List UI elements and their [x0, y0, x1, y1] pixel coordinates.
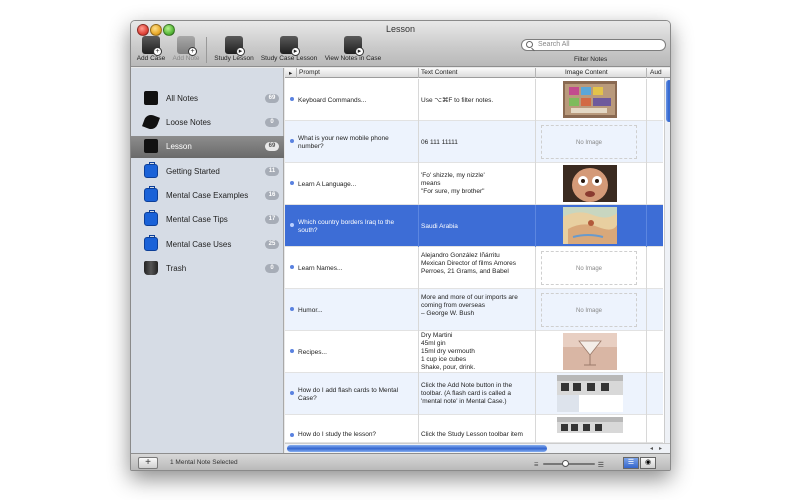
count-badge: 25 [265, 240, 279, 249]
table-row[interactable]: How do I add flash cards to Mental Case?… [285, 373, 663, 415]
column-header-audio[interactable]: Aud [650, 69, 662, 76]
note-dot-icon [290, 307, 294, 311]
small-rows-icon: ☰ [534, 462, 539, 468]
note-dot-icon [290, 433, 294, 437]
sidebar-item-lesson[interactable]: Lesson 69 [131, 136, 284, 158]
study-lesson-button[interactable]: ▸ Study Lesson [212, 36, 256, 64]
add-menu-button[interactable]: + [138, 457, 158, 469]
table-row[interactable]: Learn Names... Alejandro González Iñárri… [285, 247, 663, 289]
view-notes-icon: ▸ [344, 36, 364, 56]
count-badge: 0 [265, 264, 279, 273]
view-notes-in-case-button[interactable]: ▸ View Notes in Case [322, 36, 384, 64]
scroll-right-arrow-icon[interactable]: ▸ [659, 445, 662, 452]
briefcase-icon [144, 210, 158, 226]
no-image-placeholder: No Image [541, 125, 637, 159]
map-image [563, 207, 617, 244]
count-badge: 69 [265, 142, 279, 151]
count-badge: 69 [265, 94, 279, 103]
card-view-button[interactable]: ◉ [640, 457, 656, 469]
selection-status: 1 Mental Note Selected [170, 459, 238, 466]
study-case-lesson-icon: ▸ [280, 36, 300, 56]
table-row-selected[interactable]: Which country borders Iraq to the south?… [285, 205, 663, 247]
note-dot-icon [290, 265, 294, 269]
sidebar-item-all-notes[interactable]: All Notes 69 [131, 88, 284, 110]
face-image [563, 165, 617, 202]
zoom-slider[interactable]: ☰ ☰ [534, 460, 604, 469]
sidebar-item-mental-case-examples[interactable]: Mental Case Examples 16 [131, 185, 284, 207]
sidebar-item-mental-case-tips[interactable]: Mental Case Tips 17 [131, 209, 284, 231]
add-note-button[interactable]: + Add Note [169, 36, 203, 64]
feather-icon [142, 113, 160, 131]
toolbar-separator [206, 37, 207, 63]
table-row[interactable]: What is your new mobile phone number? 06… [285, 121, 663, 163]
add-note-icon: + [177, 36, 197, 56]
table-row[interactable]: Humor... More and more of our imports ar… [285, 289, 663, 331]
scroll-left-arrow-icon[interactable]: ◂ [650, 445, 653, 452]
count-badge: 11 [265, 167, 279, 176]
titlebar: Lesson + Add Case + Add Note ▸ Study Les… [131, 21, 670, 67]
count-badge: 0 [265, 118, 279, 127]
briefcase-icon [144, 235, 158, 251]
search-field[interactable]: Search All [521, 39, 666, 51]
trash-icon [144, 261, 158, 275]
no-image-placeholder: No Image [541, 251, 637, 285]
sidebar-item-mental-case-uses[interactable]: Mental Case Uses 25 [131, 234, 284, 256]
note-dot-icon [290, 139, 294, 143]
horizontal-scrollbar[interactable]: ◂ ▸ [285, 443, 670, 453]
note-dot-icon [290, 223, 294, 227]
all-notes-icon [144, 91, 158, 105]
screenshot-thumbnail-image [557, 375, 623, 412]
filter-notes-label: Filter Notes [574, 56, 608, 63]
column-header-prompt[interactable]: Prompt [299, 69, 320, 76]
vertical-scrollbar[interactable] [664, 78, 670, 443]
add-case-button[interactable]: + Add Case [135, 36, 167, 64]
note-dot-icon [290, 349, 294, 353]
no-image-placeholder: No Image [541, 293, 637, 327]
table-header: ▸ Prompt Text Content Image Content Aud [285, 68, 670, 78]
zoom-slider-knob[interactable] [562, 460, 569, 467]
search-icon [526, 41, 533, 48]
note-dot-icon [290, 391, 294, 395]
vertical-scroll-thumb[interactable] [666, 80, 670, 122]
large-rows-icon: ☰ [597, 462, 604, 469]
notes-table: ▸ Prompt Text Content Image Content Aud … [285, 68, 670, 453]
table-row[interactable]: Recipes... Dry Martini 45ml gin 15ml dry… [285, 331, 663, 373]
lesson-icon [144, 139, 158, 153]
horizontal-scroll-thumb[interactable] [287, 445, 547, 452]
status-bar: + 1 Mental Note Selected ☰ ☰ ☰ ◉ [131, 453, 670, 470]
note-dot-icon [290, 97, 294, 101]
briefcase-icon [144, 186, 158, 202]
window-title: Lesson [385, 24, 416, 34]
study-lesson-icon: ▸ [225, 36, 245, 56]
table-row[interactable]: Keyboard Commands... Use ⌥⌘F to filter n… [285, 79, 663, 121]
list-view-button[interactable]: ☰ [623, 457, 639, 469]
column-header-text[interactable]: Text Content [421, 69, 458, 76]
count-badge: 17 [265, 215, 279, 224]
sidebar-item-trash[interactable]: Trash 0 [131, 258, 284, 280]
martini-image [563, 333, 617, 370]
column-header-image[interactable]: Image Content [565, 69, 608, 76]
screenshot-thumbnail-image [557, 417, 623, 441]
note-dot-icon [290, 181, 294, 185]
expand-triangle-icon[interactable]: ▸ [289, 69, 292, 77]
add-case-icon: + [142, 36, 162, 56]
table-row[interactable]: How do I study the lesson? Click the Stu… [285, 415, 663, 443]
sidebar: All Notes 69 Loose Notes 0 Lesson 69 Get… [131, 68, 284, 453]
sidebar-item-getting-started[interactable]: Getting Started 11 [131, 161, 284, 183]
keyboard-image [563, 81, 617, 118]
table-row[interactable]: Learn A Language... 'Fo' shizzle, my niz… [285, 163, 663, 205]
study-case-lesson-button[interactable]: ▸ Study Case Lesson [259, 36, 319, 64]
app-window: Lesson + Add Case + Add Note ▸ Study Les… [130, 20, 671, 471]
briefcase-icon [144, 162, 158, 178]
sidebar-item-loose-notes[interactable]: Loose Notes 0 [131, 112, 284, 134]
count-badge: 16 [265, 191, 279, 200]
